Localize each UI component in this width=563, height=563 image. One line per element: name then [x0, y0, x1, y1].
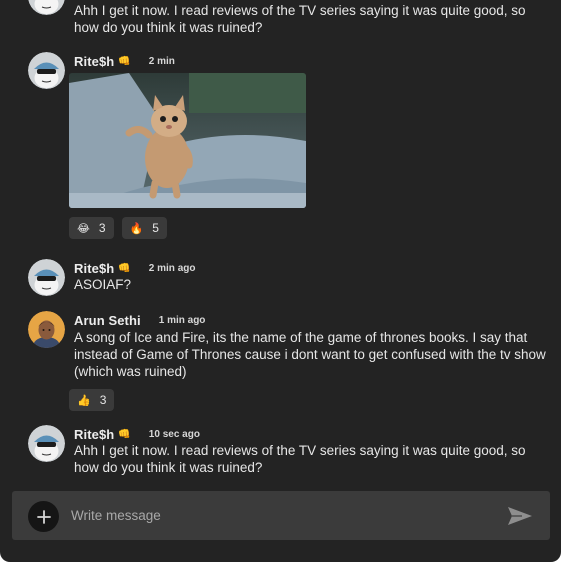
image-attachment[interactable] [69, 73, 306, 208]
send-button[interactable] [506, 504, 534, 528]
reactions: 😂 3 🔥 5 [69, 217, 167, 239]
username[interactable]: Rite$h [74, 427, 114, 442]
timestamp: 2 min [148, 55, 175, 67]
fist-emoji-icon: 👊 [118, 262, 131, 274]
reaction-chip[interactable]: 👍 3 [69, 389, 115, 411]
message-header: Rite$h 👊 10 sec ago [74, 425, 200, 443]
message-header: Rite$h 👊 2 min ago [74, 259, 195, 277]
chat-panel: Ahh I get it now. I read reviews of the … [0, 0, 561, 562]
reaction-count: 5 [152, 221, 159, 235]
reactions: 👍 3 [69, 389, 115, 411]
message-text: Ahh I get it now. I read reviews of the … [74, 3, 526, 35]
avatar[interactable] [28, 259, 65, 296]
message-item: Arun Sethi 1 min ago A song of Ice and F… [28, 311, 551, 416]
timestamp: 1 min ago [158, 314, 206, 326]
username[interactable]: Rite$h [74, 261, 114, 276]
message-item: Rite$h 👊 2 min ago ASOIAF? [28, 259, 551, 299]
username[interactable]: Rite$h [74, 54, 114, 69]
message-header: Rite$h 👊 2 min [74, 52, 175, 70]
cartoon-cat-avatar-icon [28, 0, 65, 15]
reaction-count: 3 [99, 393, 107, 407]
reaction-chip[interactable]: 😂 3 [69, 217, 114, 239]
plus-icon [36, 509, 51, 524]
message-item: Ahh I get it now. I read reviews of the … [28, 0, 551, 38]
message-item: Rite$h 👊 10 sec ago Ahh I get it now. I … [28, 425, 551, 480]
send-icon [508, 507, 532, 525]
avatar[interactable] [28, 311, 65, 348]
message-item: Rite$h 👊 2 min 😂 3 🔥 5 [28, 52, 551, 242]
timestamp: 10 sec ago [148, 428, 200, 440]
message-composer [12, 491, 550, 540]
message-text: ASOIAF? [74, 277, 132, 292]
fire-emoji-icon: 🔥 [129, 222, 144, 235]
thumbs-up-emoji-icon: 👍 [77, 394, 91, 407]
laughing-emoji-icon: 😂 [77, 222, 90, 235]
message-input[interactable] [71, 503, 481, 528]
username[interactable]: Arun Sethi [74, 313, 141, 328]
reaction-chip[interactable]: 🔥 5 [121, 217, 167, 239]
avatar[interactable] [28, 425, 65, 462]
message-text: A song of Ice and Fire, its the name of … [74, 330, 546, 379]
timestamp: 2 min ago [148, 262, 196, 274]
kitten-photo-icon [69, 73, 306, 208]
cartoon-cat-avatar-icon [28, 425, 65, 462]
fist-emoji-icon: 👊 [118, 428, 131, 440]
avatar[interactable] [28, 0, 65, 15]
message-text: Ahh I get it now. I read reviews of the … [74, 443, 526, 475]
fist-emoji-icon: 👊 [118, 55, 131, 67]
cartoon-cat-avatar-icon [28, 52, 65, 89]
message-header: Arun Sethi 1 min ago [74, 311, 205, 329]
reaction-count: 3 [98, 221, 106, 235]
user-photo-avatar-icon [28, 311, 65, 348]
avatar[interactable] [28, 52, 65, 89]
add-attachment-button[interactable] [28, 501, 59, 532]
cartoon-cat-avatar-icon [28, 259, 65, 296]
